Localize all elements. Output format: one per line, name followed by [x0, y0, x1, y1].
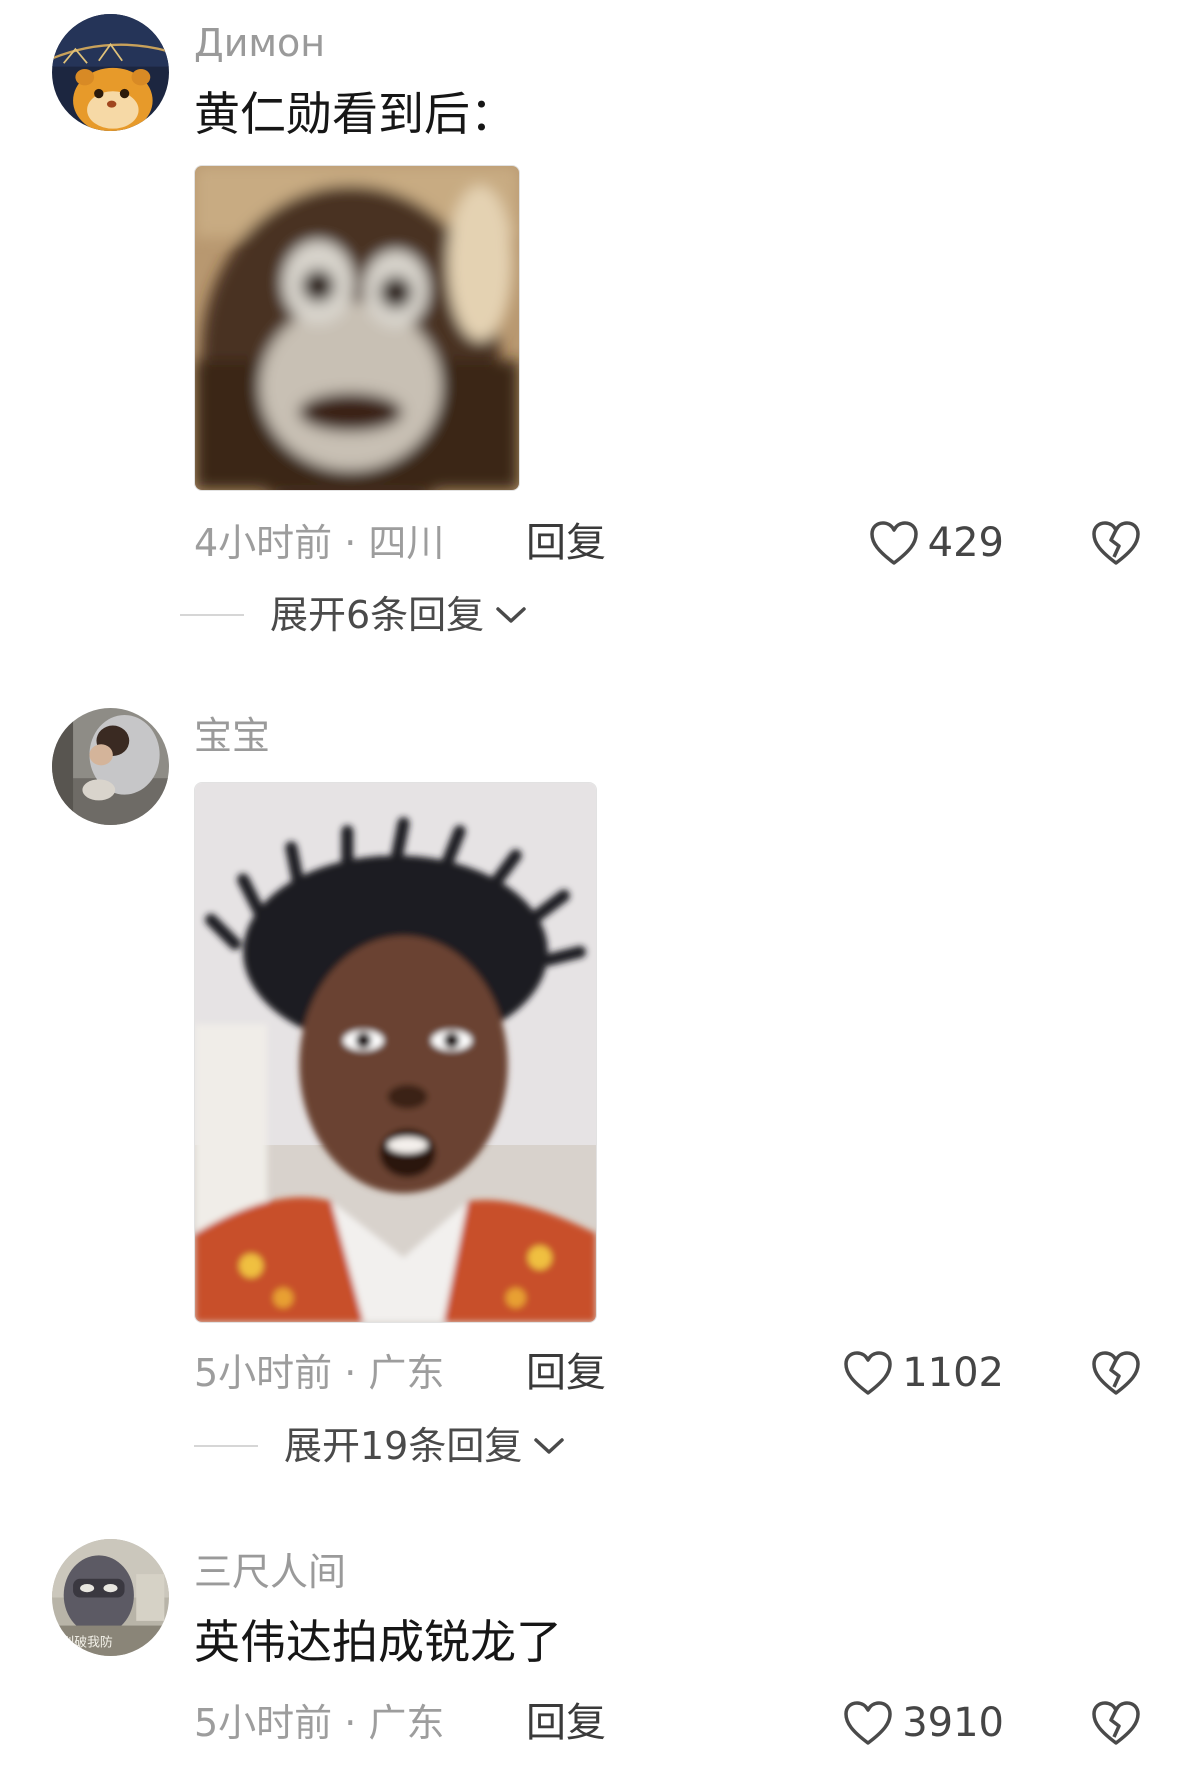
avatar[interactable] [52, 708, 169, 825]
broken-heart-icon[interactable] [1090, 517, 1142, 569]
reaction-face-image [195, 783, 596, 1322]
comment-text: 黄仁勋看到后： [194, 87, 516, 141]
like-button[interactable]: 429 [868, 513, 1004, 573]
comment-meta: 5小时前 · 广东 回复 1102 [194, 1343, 1200, 1403]
expand-replies[interactable]: 展开6条回复 [180, 590, 528, 640]
reply-button[interactable]: 回复 [526, 513, 606, 573]
chevron-down-icon [494, 604, 528, 626]
heart-outline-icon [868, 519, 920, 567]
chevron-down-icon [532, 1435, 566, 1457]
comment-image[interactable] [194, 165, 520, 491]
broken-heart-icon[interactable] [1090, 1697, 1142, 1749]
expand-replies[interactable]: 展开19条回复 [194, 1421, 566, 1471]
expand-replies-label[interactable]: 展开6条回复 [270, 590, 484, 640]
timestamp-location: 4小时前 · 四川 [194, 521, 445, 565]
monkey-meme-image [195, 166, 519, 490]
avatar-cartoon-image: 别破我防 [52, 1539, 169, 1656]
svg-text:别破我防: 别破我防 [61, 1635, 113, 1651]
reply-button[interactable]: 回复 [526, 1693, 606, 1753]
divider-line [180, 614, 244, 616]
comment-meta: 4小时前 · 四川 回复 429 [194, 513, 1200, 573]
comment-meta: 5小时前 · 广东 回复 3910 [194, 1693, 1200, 1753]
like-count: 429 [927, 520, 1004, 566]
avatar-person-image [52, 708, 169, 825]
broken-heart-icon[interactable] [1090, 1347, 1142, 1399]
avatar[interactable] [52, 14, 169, 131]
timestamp-location: 5小时前 · 广东 [194, 1351, 445, 1395]
reply-button[interactable]: 回复 [526, 1343, 606, 1403]
avatar-hamster-image [52, 14, 169, 131]
divider-line [194, 1445, 258, 1447]
comment-image[interactable] [194, 782, 597, 1323]
username[interactable]: 三尺人间 [194, 1553, 346, 1591]
like-button[interactable]: 1102 [842, 1343, 1004, 1403]
heart-outline-icon [842, 1699, 894, 1747]
comment-text: 英伟达拍成锐龙了 [194, 1615, 562, 1669]
username[interactable]: Димон [194, 24, 325, 62]
heart-outline-icon [842, 1349, 894, 1397]
like-count: 3910 [902, 1700, 1004, 1746]
expand-replies-label[interactable]: 展开19条回复 [284, 1421, 522, 1471]
like-button[interactable]: 3910 [842, 1693, 1004, 1753]
like-count: 1102 [902, 1350, 1004, 1396]
username[interactable]: 宝宝 [194, 717, 270, 755]
avatar[interactable]: 别破我防 [52, 1539, 169, 1656]
timestamp-location: 5小时前 · 广东 [194, 1701, 445, 1745]
